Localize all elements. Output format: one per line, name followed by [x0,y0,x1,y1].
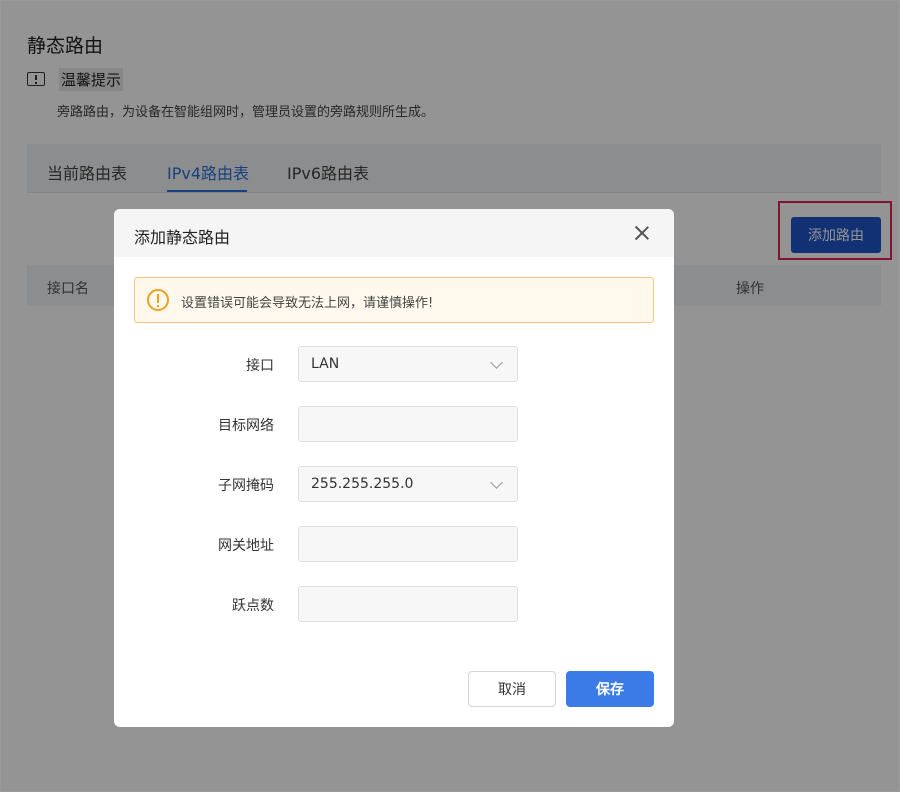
gateway-label: 网关地址 [218,538,274,554]
target-network-label: 目标网络 [218,418,274,434]
dialog-header: 添加静态路由 [114,209,674,257]
warning-text: 设置错误可能会导致无法上网，请谨慎操作! [181,296,434,311]
gateway-row: 网关地址 [114,526,674,562]
chevron-down-icon [490,356,503,369]
interface-row: 接口 LAN [114,346,674,382]
cancel-button[interactable]: 取消 [468,671,556,707]
warning-icon [147,289,169,311]
hops-label: 跃点数 [232,598,274,614]
subnet-mask-label: 子网掩码 [218,478,274,494]
subnet-mask-value: 255.255.255.0 [311,476,414,492]
close-icon[interactable] [632,223,652,243]
add-static-route-dialog: 添加静态路由 设置错误可能会导致无法上网，请谨慎操作! 接口 LAN 目标网络 … [114,209,674,727]
target-network-row: 目标网络 [114,406,674,442]
warning-alert: 设置错误可能会导致无法上网，请谨慎操作! [134,277,654,323]
chevron-down-icon [490,476,503,489]
interface-value: LAN [311,356,340,372]
subnet-mask-row: 子网掩码 255.255.255.0 [114,466,674,502]
target-network-input[interactable] [298,406,518,442]
hops-row: 跃点数 [114,586,674,622]
interface-label: 接口 [246,358,274,374]
dialog-title: 添加静态路由 [134,228,231,247]
hops-input[interactable] [298,586,518,622]
gateway-input[interactable] [298,526,518,562]
interface-select[interactable]: LAN [298,346,518,382]
save-button[interactable]: 保存 [566,671,654,707]
subnet-mask-select[interactable]: 255.255.255.0 [298,466,518,502]
